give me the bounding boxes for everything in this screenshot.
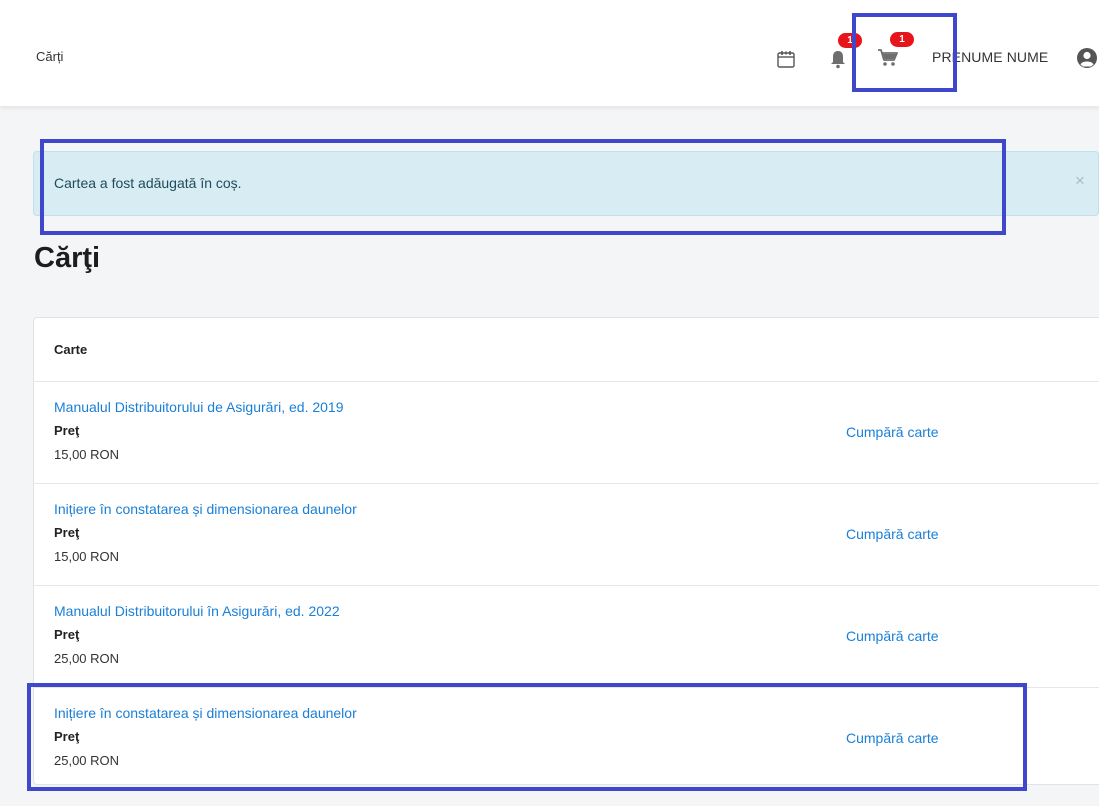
table-row: Inițiere în constatarea și dimensionarea… <box>34 484 1099 586</box>
price-label: Preţ <box>54 423 80 438</box>
notifications-badge: 1 <box>838 33 862 48</box>
books-table: Carte Manualul Distribuitorului de Asigu… <box>33 317 1099 785</box>
price-value: 15,00 RON <box>54 549 120 564</box>
alert-message: Cartea a fost adăugată în coș. <box>54 175 242 191</box>
buy-book-link[interactable]: Cumpără carte <box>846 526 939 542</box>
breadcrumb[interactable]: Cărți <box>36 49 63 64</box>
table-row: Manualul Distribuitorului în Asigurări, … <box>34 586 1099 688</box>
user-circle-icon[interactable] <box>1075 46 1099 70</box>
cart-badge: 1 <box>890 32 914 47</box>
buy-book-link[interactable]: Cumpără carte <box>846 424 939 440</box>
table-row: Inițiere în constatarea și dimensionarea… <box>34 688 1099 788</box>
table-header: Carte <box>34 318 1099 382</box>
calendar-icon[interactable] <box>774 47 798 71</box>
price-label: Preţ <box>54 729 80 744</box>
price-label: Preţ <box>54 627 80 642</box>
cart-icon[interactable] <box>876 46 900 70</box>
table-row: Manualul Distribuitorului de Asigurări, … <box>34 382 1099 484</box>
column-header-carte: Carte <box>54 342 88 357</box>
buy-book-link[interactable]: Cumpără carte <box>846 730 939 746</box>
bell-icon[interactable] <box>826 47 850 71</box>
book-title-link[interactable]: Manualul Distribuitorului în Asigurări, … <box>54 603 340 619</box>
book-title-link[interactable]: Manualul Distribuitorului de Asigurări, … <box>54 399 344 415</box>
price-value: 25,00 RON <box>54 651 120 666</box>
price-value: 25,00 RON <box>54 753 120 768</box>
page-title: Cărţi <box>34 242 101 274</box>
price-value: 15,00 RON <box>54 447 120 462</box>
user-name[interactable]: PRENUME NUME <box>932 49 1048 65</box>
price-label: Preţ <box>54 525 80 540</box>
close-icon[interactable]: × <box>1075 171 1085 191</box>
top-bar: Cărți 1 1 PRENUME NUME <box>0 0 1099 107</box>
book-title-link[interactable]: Inițiere în constatarea și dimensionarea… <box>54 705 357 721</box>
buy-book-link[interactable]: Cumpără carte <box>846 628 939 644</box>
success-alert: Cartea a fost adăugată în coș. × <box>33 151 1099 216</box>
book-title-link[interactable]: Inițiere în constatarea și dimensionarea… <box>54 501 357 517</box>
